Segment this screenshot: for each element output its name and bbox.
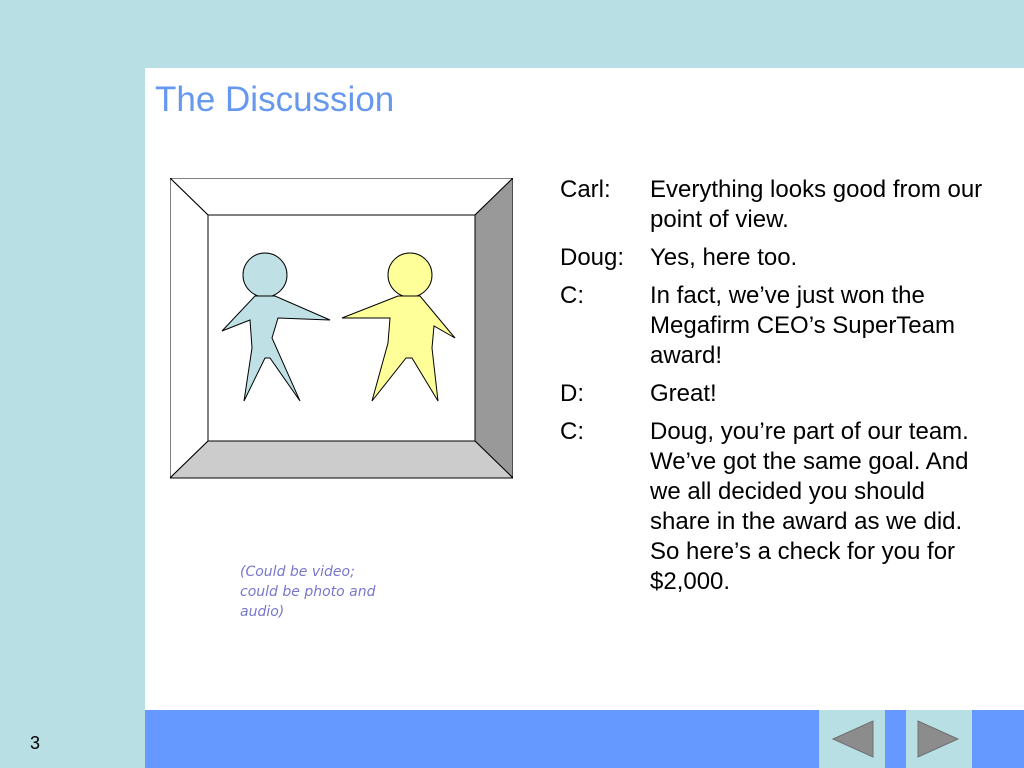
triangle-right-icon xyxy=(917,720,960,758)
speech-text: Everything looks good from our point of … xyxy=(650,176,983,233)
triangle-left-icon xyxy=(831,720,874,758)
next-slide-button[interactable] xyxy=(906,710,972,768)
dialogue-line: C: Doug, you’re part of our team. We’ve … xyxy=(560,417,990,597)
left-band xyxy=(0,0,145,768)
dialogue-list: Carl: Everything looks good from our poi… xyxy=(560,175,990,605)
top-band xyxy=(0,0,1024,68)
speech-text: Great! xyxy=(650,380,717,407)
speaker-label: C: xyxy=(560,418,584,445)
slide-title: The Discussion xyxy=(155,80,395,119)
speaker-label: Carl: xyxy=(560,176,611,203)
media-caption: (Could be video; could be photo and audi… xyxy=(240,564,376,620)
dialogue-line: Carl: Everything looks good from our poi… xyxy=(560,175,990,235)
previous-slide-button[interactable] xyxy=(819,710,885,768)
speaker-label: Doug: xyxy=(560,244,625,271)
speech-text: Doug, you’re part of our team. We’ve got… xyxy=(650,418,969,595)
speech-text: Yes, here too. xyxy=(650,244,798,271)
dialogue-line: Doug: Yes, here too. xyxy=(560,243,990,273)
dialogue-line: C: In fact, we’ve just won the Megafirm … xyxy=(560,281,990,371)
bottom-bar xyxy=(145,710,1024,768)
slide-number: 3 xyxy=(30,733,41,753)
dialogue-line: D: Great! xyxy=(560,379,990,409)
picture-frame xyxy=(168,176,515,485)
speech-text: In fact, we’ve just won the Megafirm CEO… xyxy=(650,282,955,369)
speaker-label: C: xyxy=(560,282,584,309)
speaker-label: D: xyxy=(560,380,584,407)
